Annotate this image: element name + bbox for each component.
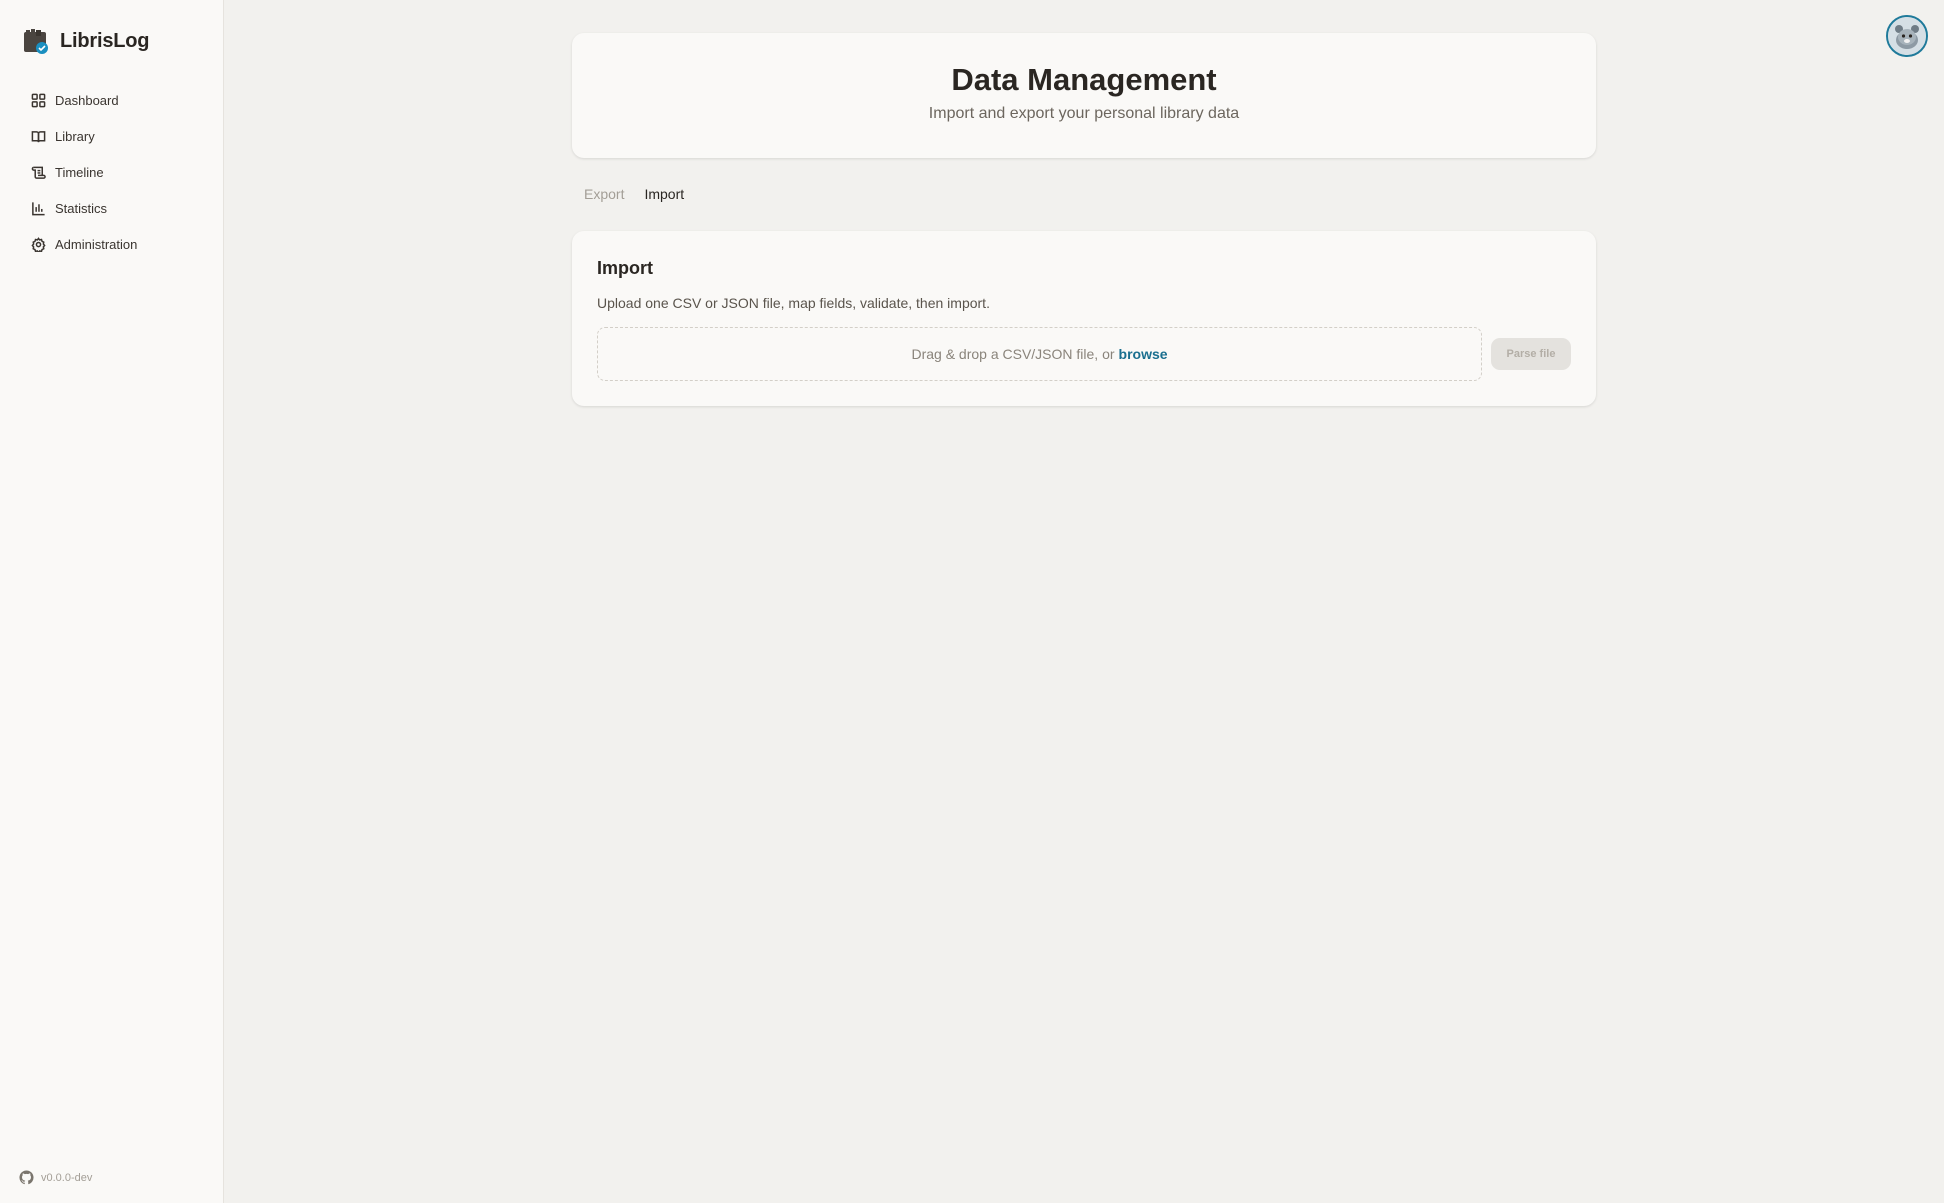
tab-import[interactable]: Import [644,184,684,204]
page-header-card: Data Management Import and export your p… [572,33,1596,158]
github-icon[interactable] [19,1170,34,1185]
sidebar-item-label: Timeline [55,164,104,180]
dashboard-grid-icon [30,92,46,108]
scroll-icon [30,164,46,180]
app-name: LibrisLog [60,29,150,52]
sidebar-item-label: Dashboard [55,92,119,108]
book-open-icon [30,128,46,144]
sidebar-item-dashboard[interactable]: Dashboard [18,82,208,118]
import-description: Upload one CSV or JSON file, map fields,… [597,295,990,311]
brand[interactable]: LibrisLog [22,26,150,56]
data-tabs: Export Import [584,184,684,204]
sidebar-item-timeline[interactable]: Timeline [18,154,208,190]
sidebar: LibrisLog Dashboard Library Timeline Sta… [0,0,224,1203]
version-footer: v0.0.0-dev [19,1170,92,1185]
import-title: Import [597,258,653,278]
sidebar-item-statistics[interactable]: Statistics [18,190,208,226]
avatar-icon [1888,17,1926,55]
version-label: v0.0.0-dev [41,1171,93,1184]
parse-file-button[interactable]: Parse file [1491,338,1571,370]
sidebar-item-administration[interactable]: Administration [18,226,208,262]
librislog-logo-icon [24,29,48,54]
user-avatar[interactable] [1886,15,1928,57]
page-subtitle: Import and export your personal library … [928,105,1240,122]
tab-export[interactable]: Export [584,184,624,204]
file-dropzone[interactable]: Drag & drop a CSV/JSON file, or browse [597,327,1482,381]
gear-icon [30,236,46,252]
sidebar-item-library[interactable]: Library [18,118,208,154]
browse-link[interactable]: browse [1119,346,1168,362]
import-card: Import Upload one CSV or JSON file, map … [572,231,1596,406]
bar-chart-icon [30,200,46,216]
sidebar-item-label: Administration [55,236,138,252]
dropzone-text: Drag & drop a CSV/JSON file, or [911,346,1115,362]
sidebar-nav: Dashboard Library Timeline Statistics Ad… [18,82,208,262]
page-title: Data Management [951,62,1217,97]
app-root: LibrisLog Dashboard Library Timeline Sta… [0,0,1944,1203]
sidebar-item-label: Statistics [55,200,108,216]
sidebar-item-label: Library [55,128,95,144]
